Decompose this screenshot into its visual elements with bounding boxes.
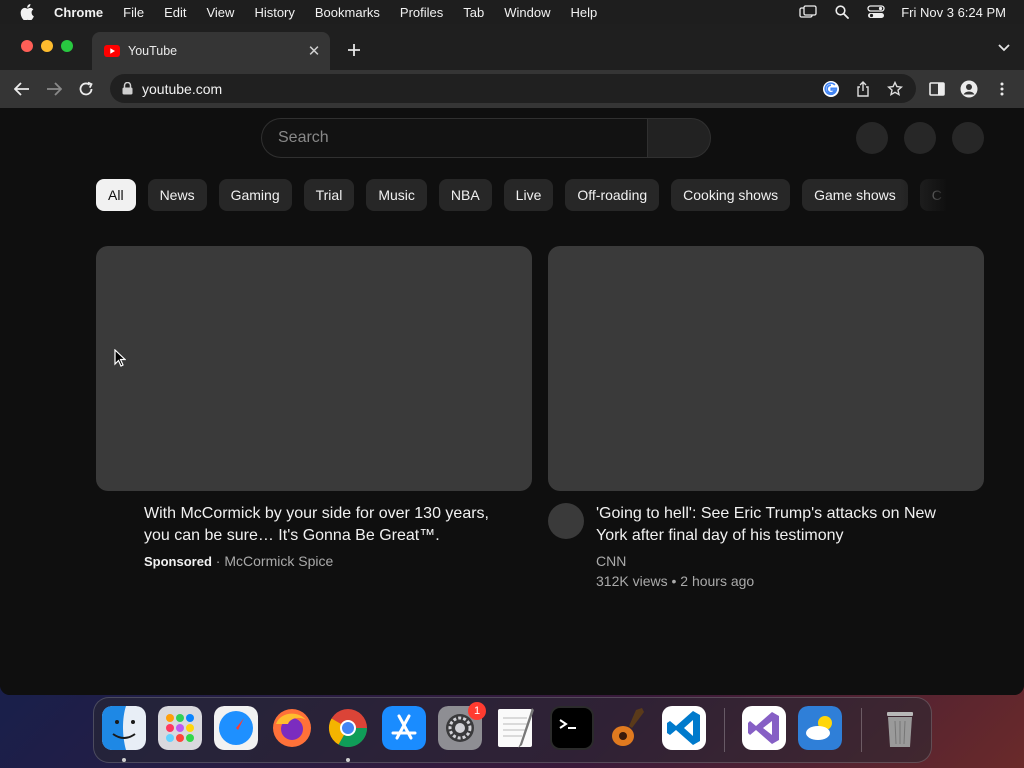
mouse-cursor-icon <box>114 348 127 367</box>
garageband-icon[interactable] <box>606 706 650 750</box>
menu-window[interactable]: Window <box>504 5 550 20</box>
browser-toolbar: youtube.com <box>0 70 1024 108</box>
menu-help[interactable]: Help <box>571 5 598 20</box>
chip-music[interactable]: Music <box>366 179 427 211</box>
menu-tab[interactable]: Tab <box>463 5 484 20</box>
dock-separator <box>861 708 862 752</box>
menu-bar-clock[interactable]: Fri Nov 3 6:24 PM <box>901 5 1006 20</box>
google-lens-icon[interactable] <box>820 78 842 100</box>
macos-menu-bar: Chrome File Edit View History Bookmarks … <box>0 0 1024 24</box>
youtube-search-button[interactable] <box>647 118 711 158</box>
chip-all[interactable]: All <box>96 179 136 211</box>
launchpad-icon[interactable] <box>158 706 202 750</box>
video-channel[interactable]: McCormick Spice <box>224 553 333 569</box>
video-card-cnn[interactable]: 'Going to hell': See Eric Trump's attack… <box>548 246 984 591</box>
tab-title: YouTube <box>128 44 178 58</box>
control-center-icon[interactable] <box>865 0 887 24</box>
menu-file[interactable]: File <box>123 5 144 20</box>
video-title[interactable]: With McCormick by your side for over 130… <box>144 503 504 547</box>
chip-gaming[interactable]: Gaming <box>218 179 292 211</box>
apple-menu-icon[interactable] <box>18 0 36 24</box>
macos-dock <box>93 697 932 763</box>
spotlight-search-icon[interactable] <box>831 0 853 24</box>
video-stats: 312K views • 2 hours ago <box>596 573 755 589</box>
menu-bookmarks[interactable]: Bookmarks <box>315 5 380 20</box>
sponsored-label: Sponsored <box>144 554 212 569</box>
youtube-search-box[interactable] <box>261 118 647 158</box>
safari-icon[interactable] <box>214 706 258 750</box>
video-channel[interactable]: CNN <box>596 551 984 571</box>
minimize-window-button[interactable] <box>41 40 53 52</box>
chip-game-shows[interactable]: Game shows <box>802 179 908 211</box>
finder-icon[interactable] <box>102 706 146 750</box>
video-title[interactable]: 'Going to hell': See Eric Trump's attack… <box>596 503 956 547</box>
video-meta: 'Going to hell': See Eric Trump's attack… <box>548 503 984 591</box>
chip-news[interactable]: News <box>147 179 207 211</box>
vscode-icon[interactable] <box>662 706 706 750</box>
address-bar-url[interactable]: youtube.com <box>142 81 820 97</box>
chips-fade-overlay <box>900 179 960 211</box>
settings-notification-badge: 1 <box>468 702 486 720</box>
youtube-favicon-icon <box>104 45 120 57</box>
separator-dot: · <box>215 553 221 569</box>
voice-search-button[interactable] <box>856 122 888 154</box>
menu-profiles[interactable]: Profiles <box>400 5 443 20</box>
reload-button[interactable] <box>74 77 98 101</box>
new-tab-button[interactable] <box>342 38 366 62</box>
close-window-button[interactable] <box>21 40 33 52</box>
chip-cooking-shows[interactable]: Cooking shows <box>671 179 791 211</box>
menu-edit[interactable]: Edit <box>164 5 186 20</box>
chrome-running-indicator <box>346 758 350 762</box>
bookmark-star-icon[interactable] <box>884 78 906 100</box>
screen-mirroring-icon[interactable] <box>797 0 819 24</box>
chip-trial[interactable]: Trial <box>303 179 355 211</box>
video-card-sponsored[interactable]: With McCormick by your side for over 130… <box>96 246 532 572</box>
side-panel-icon[interactable] <box>927 79 947 99</box>
weather-icon[interactable] <box>798 706 842 750</box>
address-bar[interactable]: youtube.com <box>110 74 916 103</box>
chrome-menu-icon[interactable] <box>992 79 1012 99</box>
finder-running-indicator <box>122 758 126 762</box>
tab-strip: YouTube ✕ <box>0 24 1024 70</box>
menu-app-name[interactable]: Chrome <box>54 5 103 20</box>
profile-icon[interactable] <box>959 79 979 99</box>
youtube-search-input[interactable] <box>278 129 618 147</box>
category-chips-bar: All News Gaming Trial Music NBA Live Off… <box>96 179 946 211</box>
textedit-icon[interactable] <box>494 706 538 750</box>
firefox-icon[interactable] <box>270 706 314 750</box>
account-avatar-button[interactable] <box>952 122 984 154</box>
forward-button[interactable] <box>42 77 66 101</box>
chrome-icon[interactable] <box>326 706 370 750</box>
video-thumbnail[interactable] <box>96 246 532 491</box>
visual-studio-icon[interactable] <box>742 706 786 750</box>
dock-separator <box>724 708 725 752</box>
chip-nba[interactable]: NBA <box>438 179 492 211</box>
terminal-icon[interactable] <box>550 706 594 750</box>
close-tab-icon[interactable]: ✕ <box>304 41 324 61</box>
menu-view[interactable]: View <box>206 5 234 20</box>
share-icon[interactable] <box>852 78 874 100</box>
chip-live[interactable]: Live <box>503 179 554 211</box>
lock-icon[interactable] <box>120 82 134 96</box>
menu-history[interactable]: History <box>254 5 294 20</box>
channel-avatar[interactable] <box>548 503 584 539</box>
create-button[interactable] <box>904 122 936 154</box>
video-channel-line: Sponsored · McCormick Spice <box>144 551 532 572</box>
chrome-window: YouTube ✕ youtube.com Search All News Ga… <box>0 24 1024 695</box>
youtube-page: All News Gaming Trial Music NBA Live Off… <box>0 108 1024 695</box>
chip-off-roading[interactable]: Off-roading <box>565 179 660 211</box>
video-meta: With McCormick by your side for over 130… <box>96 503 532 572</box>
tab-youtube[interactable]: YouTube ✕ <box>92 32 330 70</box>
video-thumbnail[interactable] <box>548 246 984 491</box>
trash-icon[interactable] <box>878 706 922 750</box>
back-button[interactable] <box>10 77 34 101</box>
fullscreen-window-button[interactable] <box>61 40 73 52</box>
app-store-icon[interactable] <box>382 706 426 750</box>
tab-search-chevron-icon[interactable] <box>996 40 1012 56</box>
